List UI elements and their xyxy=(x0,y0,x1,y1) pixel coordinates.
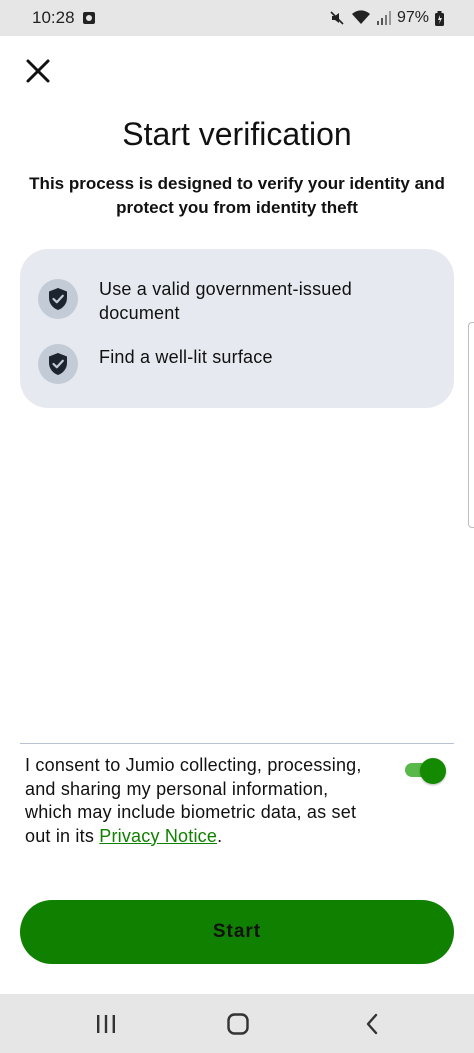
status-icons: 97% xyxy=(329,9,444,27)
battery-icon xyxy=(435,10,444,26)
consent-period: . xyxy=(217,825,223,846)
navigation-bar xyxy=(0,994,474,1053)
requirement-label: Find a well-lit surface xyxy=(99,347,273,367)
page-title: Start verification xyxy=(122,116,352,152)
requirement-label: Use a valid government-issued document xyxy=(99,279,352,323)
recents-icon xyxy=(97,1014,115,1033)
toggle-thumb xyxy=(420,758,446,784)
app-notification-icon xyxy=(82,12,95,24)
status-time: 10:28 xyxy=(32,8,75,27)
home-button[interactable] xyxy=(208,994,268,1053)
back-icon xyxy=(366,1013,378,1034)
page-subtitle: This process is designed to verify your … xyxy=(29,174,445,217)
recents-button[interactable] xyxy=(76,994,136,1053)
verification-screen: 10:28 97% Start verification This proces… xyxy=(0,0,474,1053)
battery-level: 97% xyxy=(396,9,429,26)
home-icon xyxy=(227,1012,249,1035)
close-icon xyxy=(26,59,50,83)
scrollbar[interactable] xyxy=(468,322,474,528)
shield-check-icon xyxy=(38,279,78,319)
wifi-icon xyxy=(351,10,370,24)
consent-text: I consent to Jumio collecting, processin… xyxy=(25,754,375,848)
close-button[interactable] xyxy=(24,57,52,85)
signal-icon xyxy=(376,11,391,25)
mute-icon xyxy=(330,11,344,25)
privacy-notice-link[interactable]: Privacy Notice xyxy=(99,826,217,846)
start-button[interactable]: Start xyxy=(20,900,454,964)
requirements-card: Use a valid government-issued document F… xyxy=(20,249,454,408)
consent-toggle[interactable] xyxy=(405,758,446,784)
shield-check-icon xyxy=(38,344,78,384)
back-button[interactable] xyxy=(342,994,402,1053)
divider xyxy=(20,743,454,744)
status-bar: 10:28 97% xyxy=(0,0,474,36)
